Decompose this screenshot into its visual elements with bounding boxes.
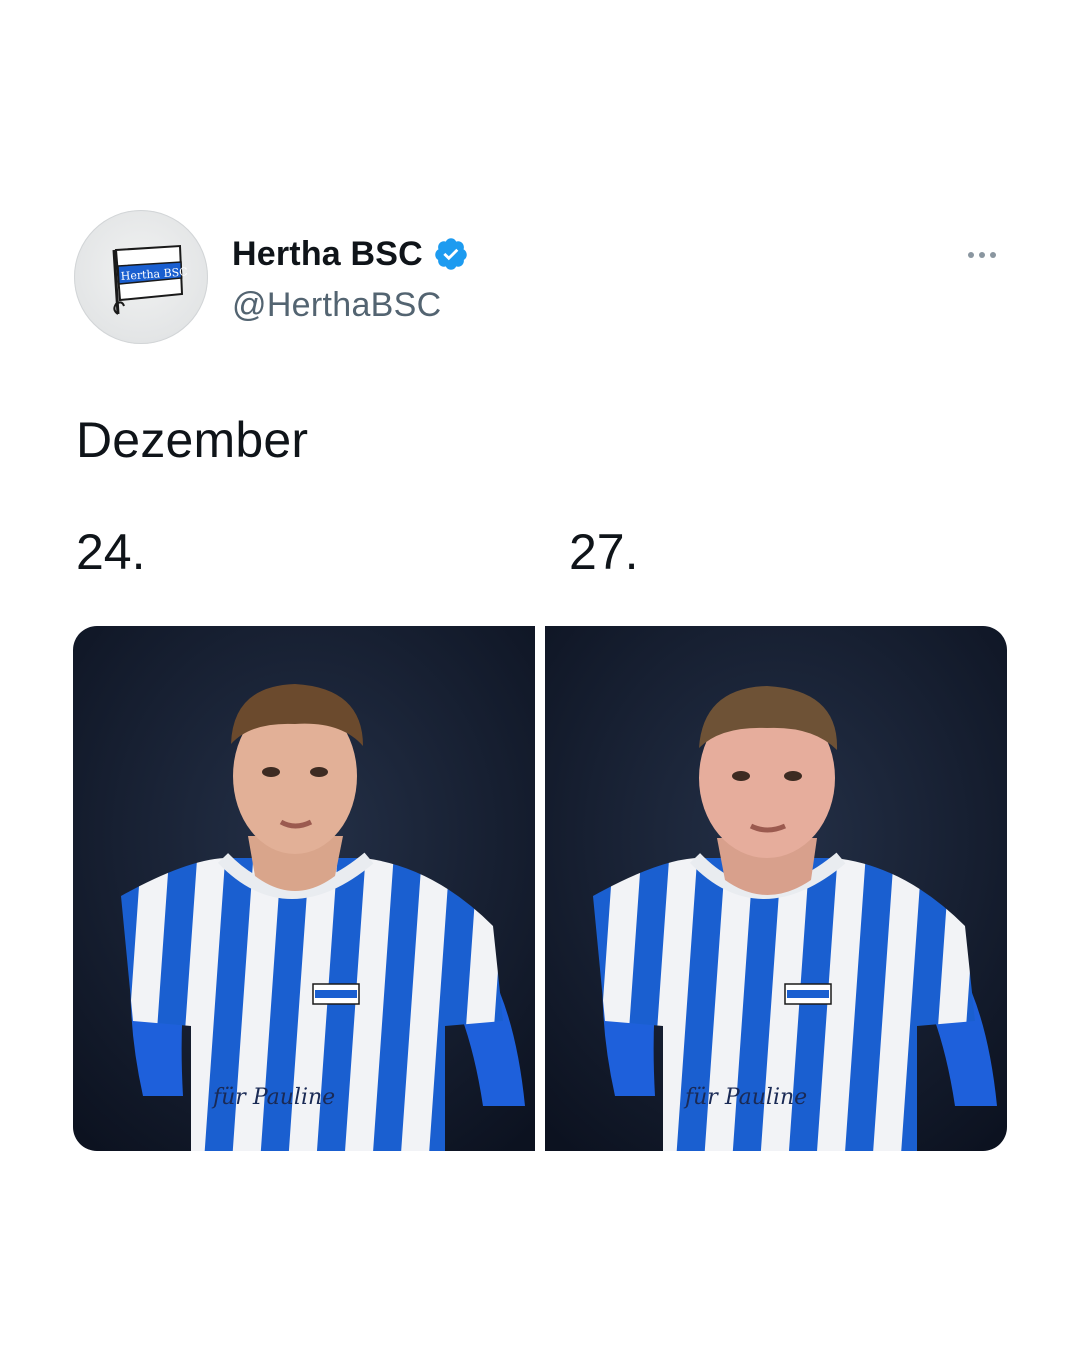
media-grid: für Pauline für Pauline	[73, 626, 1007, 1151]
tweet-text: Dezember	[76, 412, 309, 468]
handle[interactable]: @HerthaBSC	[232, 286, 469, 325]
hertha-flag-logo-icon: Hertha BSC	[112, 244, 188, 315]
player-photo: für Pauline	[545, 626, 1007, 1151]
tweet-card: Hertha BSC Hertha BSC @HerthaBSC Dezembe…	[0, 0, 1080, 1350]
player-photo: für Pauline	[73, 626, 535, 1151]
name-row: Hertha BSC	[232, 232, 469, 276]
date-left: 24.	[76, 524, 146, 580]
author-block: Hertha BSC @HerthaBSC	[232, 232, 469, 325]
media-photo-1[interactable]: für Pauline	[73, 626, 535, 1151]
display-name[interactable]: Hertha BSC	[232, 235, 423, 274]
avatar[interactable]: Hertha BSC	[74, 210, 208, 344]
more-options-button[interactable]	[958, 240, 1006, 270]
date-right: 27.	[569, 524, 639, 580]
verified-badge-icon	[435, 238, 467, 270]
more-options-icon	[968, 252, 974, 258]
shirt-sponsor-text-2: für Pauline	[683, 1085, 807, 1110]
media-photo-2[interactable]: für Pauline	[545, 626, 1007, 1151]
shirt-sponsor-text-1: für Pauline	[211, 1085, 335, 1110]
